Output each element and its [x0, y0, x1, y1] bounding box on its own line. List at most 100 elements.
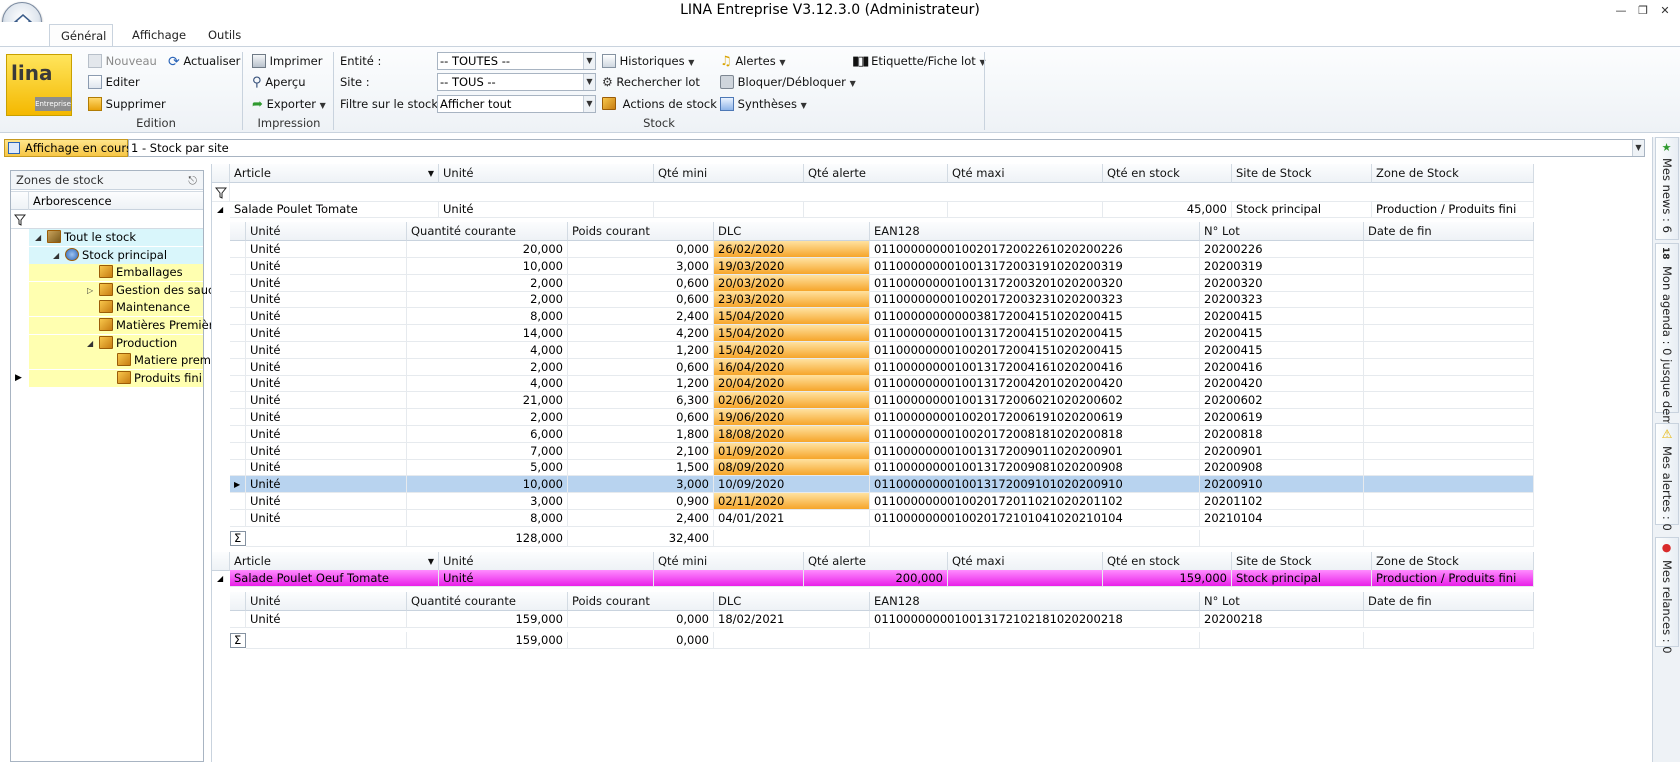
column-header-7[interactable]: Site de Stock [1232, 552, 1372, 571]
detail-cell[interactable]: 0110000000010013172004151020200415 [870, 325, 1200, 342]
detail-cell[interactable] [1364, 358, 1534, 376]
detail-cell[interactable]: 0110000000010020172101041020210104 [870, 509, 1200, 527]
actualiser-button[interactable]: ⟳ Actualiser [168, 54, 240, 70]
detail-cell[interactable]: 2,000 [407, 291, 568, 309]
detail-cell[interactable]: 20200602 [1200, 392, 1364, 410]
site-select[interactable]: -- TOUS -- ▼ [437, 73, 596, 91]
detail-cell[interactable]: 02/06/2020 [714, 392, 870, 410]
detail-cell[interactable]: 10,000 [407, 476, 568, 494]
tree-item[interactable]: ▷ Gestion des sauc... [29, 281, 225, 299]
detail-cell[interactable]: 0110000000010013172009101020200910 [870, 476, 1200, 494]
detail-cell[interactable]: 1,500 [568, 459, 714, 477]
expand-icon[interactable]: ◢ [87, 335, 93, 352]
row-indicator[interactable] [230, 341, 246, 359]
pin-icon[interactable]: ⎋ [188, 171, 197, 190]
editer-button[interactable]: Editer [88, 75, 140, 89]
detail-header-4[interactable]: DLC [714, 222, 870, 241]
detail-cell[interactable]: 14,000 [407, 325, 568, 342]
detail-cell[interactable]: 20210104 [1200, 509, 1364, 527]
detail-cell[interactable]: 4,200 [568, 325, 714, 342]
tree-item[interactable]: Matières Premièr... [29, 317, 223, 334]
detail-cell[interactable]: 01/09/2020 [714, 442, 870, 460]
expand-icon[interactable]: ◢ [35, 229, 41, 246]
detail-cell[interactable] [1364, 325, 1534, 342]
column-header-2[interactable]: Unité [439, 552, 654, 571]
column-header-1[interactable]: Article ▼ [230, 552, 439, 571]
detail-cell[interactable]: Unité [246, 442, 407, 460]
row-indicator[interactable] [230, 325, 246, 342]
detail-cell[interactable]: 0110000000010013172009081020200908 [870, 459, 1200, 477]
detail-cell[interactable]: Unité [246, 409, 407, 426]
row-indicator[interactable] [230, 409, 246, 426]
detail-cell[interactable]: Unité [246, 257, 407, 275]
detail-cell[interactable]: 20201102 [1200, 493, 1364, 510]
detail-cell[interactable] [1364, 257, 1534, 275]
detail-cell[interactable]: 0110000000010013172003201020200320 [870, 274, 1200, 292]
detail-header-3[interactable]: Poids courant [568, 222, 714, 241]
tree-filter-row[interactable] [11, 211, 203, 229]
detail-cell[interactable]: 20200323 [1200, 291, 1364, 309]
column-header-3[interactable]: Qté mini [654, 552, 804, 571]
detail-header-6[interactable]: N° Lot [1200, 222, 1364, 241]
detail-cell[interactable]: 0110000000010013172004161020200416 [870, 358, 1200, 376]
detail-cell[interactable]: Unité [246, 375, 407, 393]
detail-cell[interactable]: 20200320 [1200, 274, 1364, 292]
row-indicator[interactable] [230, 392, 246, 410]
column-header-2[interactable]: Unité [439, 164, 654, 183]
detail-cell[interactable] [1364, 241, 1534, 258]
row-indicator[interactable] [230, 241, 246, 258]
row-indicator[interactable] [230, 308, 246, 326]
detail-cell[interactable]: 8,000 [407, 308, 568, 326]
detail-cell[interactable]: 21,000 [407, 392, 568, 410]
detail-cell[interactable]: 5,000 [407, 459, 568, 477]
etiquette-fiche-lot-button[interactable]: ▮▯▮ Etiquette/Fiche lot ▼ [852, 54, 986, 69]
detail-cell[interactable]: 08/09/2020 [714, 459, 870, 477]
expand-icon[interactable]: ◢ [53, 247, 59, 264]
detail-cell[interactable]: 0110000000010020172008181020200818 [870, 425, 1200, 443]
detail-header-4[interactable]: DLC [714, 592, 870, 611]
detail-header-1[interactable]: Unité [246, 592, 407, 611]
detail-cell[interactable] [1364, 476, 1534, 494]
row-indicator[interactable]: ▶ [230, 476, 246, 494]
detail-cell[interactable]: 20200910 [1200, 476, 1364, 494]
detail-cell[interactable]: 20200420 [1200, 375, 1364, 393]
detail-cell[interactable]: 16/04/2020 [714, 358, 870, 376]
detail-cell[interactable]: 0,600 [568, 358, 714, 376]
tree-item[interactable]: Maintenance [29, 299, 203, 317]
row-indicator[interactable] [230, 375, 246, 393]
detail-cell[interactable]: 0,000 [568, 241, 714, 258]
detail-cell[interactable]: 0110000000010020172006191020200619 [870, 409, 1200, 426]
detail-cell[interactable]: 20200901 [1200, 442, 1364, 460]
detail-cell[interactable]: Unité [246, 459, 407, 477]
detail-cell[interactable]: 0,600 [568, 409, 714, 426]
detail-cell[interactable]: 18/02/2021 [714, 611, 870, 628]
column-header-5[interactable]: Qté maxi [948, 552, 1103, 571]
supprimer-button[interactable]: Supprimer [88, 97, 166, 111]
detail-header-7[interactable]: Date de fin [1364, 222, 1534, 241]
detail-cell[interactable] [1364, 341, 1534, 359]
detail-cell[interactable]: Unité [246, 341, 407, 359]
alertes-button[interactable]: ♫ Alertes ▼ [720, 54, 786, 69]
detail-cell[interactable]: 0,900 [568, 493, 714, 510]
apercu-button[interactable]: ⚲ Aperçu [252, 75, 306, 90]
detail-cell[interactable] [1364, 442, 1534, 460]
detail-cell[interactable]: Unité [246, 493, 407, 510]
actions-stock-button[interactable]: Actions de stock ▼ [602, 97, 727, 111]
detail-cell[interactable]: Unité [246, 392, 407, 410]
row-indicator[interactable] [230, 257, 246, 275]
detail-cell[interactable] [1364, 274, 1534, 292]
imprimer-button[interactable]: Imprimer [252, 54, 322, 68]
rechercher-lot-button[interactable]: ⚙ Rechercher lot [602, 75, 700, 89]
detail-cell[interactable]: 0110000000010020172004151020200415 [870, 341, 1200, 359]
detail-cell[interactable]: 02/11/2020 [714, 493, 870, 510]
detail-cell[interactable]: 20200218 [1200, 611, 1364, 628]
detail-cell[interactable] [1364, 375, 1534, 393]
detail-cell[interactable]: 15/04/2020 [714, 325, 870, 342]
detail-cell[interactable]: 3,000 [407, 493, 568, 510]
tree-item[interactable]: Produits fini [29, 369, 203, 387]
detail-cell[interactable]: 20/04/2020 [714, 375, 870, 393]
detail-cell[interactable]: 4,000 [407, 375, 568, 393]
filtre-stock-select[interactable]: Afficher tout ▼ [437, 95, 596, 113]
detail-cell[interactable]: 2,400 [568, 308, 714, 326]
detail-cell[interactable] [1364, 291, 1534, 309]
